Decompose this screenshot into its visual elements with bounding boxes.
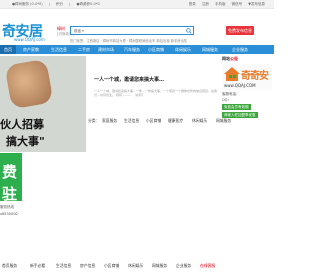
service-phone: 客服电话： [222, 92, 240, 96]
top-sep-2: | [69, 2, 71, 6]
notice-url: www.QQAJ.COM [224, 83, 256, 88]
contact-number: x8530000 [0, 212, 18, 216]
hot-tags[interactable]: 热门标签：江西新区 · 樟树市新站大厦 · 樟树国税局西出车 新站出租 新手房出… [70, 38, 187, 43]
footer-link-4[interactable]: 房产信息 [80, 263, 95, 269]
nav-item-auto[interactable]: 汽车服务 [124, 45, 140, 54]
notice-heading-b: 公告 [230, 56, 238, 61]
search-category-select[interactable]: 楼盘 ▾ [74, 29, 84, 34]
subnav-item-health[interactable]: 健康医疗 [168, 118, 183, 124]
footer-link-3[interactable]: 生活信息 [56, 263, 71, 269]
top-link-3[interactable]: ●奇葩获0-0*0 [76, 2, 99, 6]
footer-link-8[interactable]: 企业服务 [176, 263, 191, 269]
footer-link-5[interactable]: 小区商铺 [104, 263, 119, 269]
post-info-link[interactable]: ▼发布信息 [248, 2, 265, 6]
top-bar-left: ●樟树服务 (0-0*0) | 积分 | ●奇葩获0-0*0 [12, 2, 105, 7]
register-link[interactable]: 注册 [202, 2, 209, 6]
side-ad-char2: 驻 [2, 185, 18, 201]
header: 奇安居 www.QQAJ.com 樟树 [切换城市] 楼盘 ▾ 热门标签：江西新… [0, 9, 274, 45]
headline-desc: 一人一个城，邀请您来搞大事…一件…一件搞大事，一个项目一个群体合作的信息项目，在… [94, 89, 218, 97]
headline-block: 一人一个城，邀请您来搞大事… 一人一个城，邀请您来搞大事…一件…一件搞大事，一个… [88, 56, 218, 106]
footer-link-9[interactable]: 在线客服 [200, 263, 215, 269]
notice-logo-box[interactable]: 奇奇安 www.QQAJ.COM [222, 64, 272, 90]
side-ad[interactable]: 费 驻 [0, 153, 22, 201]
notice-heading: 网站公告 [222, 56, 274, 64]
nav-item-building[interactable]: 建材市场 [98, 45, 114, 54]
notice-heading-a: 网站 [222, 56, 230, 61]
subnav-label: 分类： [88, 118, 100, 123]
footer-link-7[interactable]: 网城服务 [152, 263, 167, 269]
mobile-link[interactable]: 手机版 [215, 2, 226, 6]
banner-line1: 伙人招募 [0, 118, 44, 131]
nav-item-house[interactable]: 房产家教 [23, 45, 39, 54]
headline-title[interactable]: 一人一个城，邀请您来搞大事… [94, 76, 164, 83]
nav-item-shop[interactable]: 小区商铺 [148, 45, 164, 54]
login-link[interactable]: 登录 [189, 2, 196, 6]
search-box[interactable]: 楼盘 ▾ [70, 26, 194, 35]
nav-item-enterprise[interactable]: 企业服务 [232, 45, 248, 54]
top-sep-1: | [48, 2, 50, 6]
subnav-item-life[interactable]: 生活信息 [124, 118, 139, 124]
fist-image [4, 58, 54, 110]
category-subnav: 分类： 家庭服务 生活信息 小区商铺 健康医疗 休闲娱乐 网城服务 [88, 118, 274, 126]
subnav-item-family[interactable]: 家庭服务 [102, 118, 117, 124]
wechat-link[interactable]: 微信号 [232, 2, 243, 6]
side-ad-char1: 费 [2, 163, 18, 181]
footer-link-1[interactable]: 首页服务 [2, 263, 17, 269]
promo-banner[interactable]: 伙人招募 搞大事" [0, 56, 86, 152]
nav-item-city[interactable]: 网城服务 [202, 45, 218, 54]
main-nav: 首页 房产家教 生活信息 二手房 建材市场 汽车服务 小区商铺 休闲娱乐 网城服… [0, 45, 274, 54]
service-qq: QQ： [222, 98, 232, 102]
free-member-button[interactable]: 免费会员有效期 [222, 104, 251, 110]
top-bar-right: 登录 注册 手机版 微信号 ▼发布信息 [189, 2, 270, 7]
post-free-button[interactable]: 免费发布信息 [226, 26, 254, 35]
contact-label: 服务热线 [0, 205, 14, 209]
top-link-2[interactable]: 积分 [56, 2, 63, 6]
logo-url: www.QQAJ.com [14, 37, 45, 42]
top-bar: ●樟树服务 (0-0*0) | 积分 | ●奇葩获0-0*0 登录 注册 手机版… [0, 0, 274, 9]
site-logo[interactable]: 奇安居 www.QQAJ.com 樟树 [切换城市] [2, 21, 74, 42]
search-icon[interactable] [186, 28, 192, 34]
nav-item-home[interactable]: 首页 [0, 45, 16, 54]
notice-brand: 奇奇安 [241, 71, 269, 82]
nav-item-secondhand[interactable]: 二手房 [78, 45, 90, 54]
footer-links: 首页服务 新手必看 生活信息 房产信息 小区商铺 休闲娱乐 网城服务 企业服务 … [0, 262, 274, 271]
subnav-item-shop[interactable]: 小区商铺 [146, 118, 161, 124]
nav-item-leisure[interactable]: 休闲娱乐 [175, 45, 191, 54]
nav-item-life[interactable]: 生活信息 [51, 45, 67, 54]
footer-link-6[interactable]: 休闲娱乐 [128, 263, 143, 269]
top-link-1[interactable]: ●樟树服务 (0-0*0) [12, 2, 43, 6]
house-icon [224, 67, 240, 81]
subnav-item-city[interactable]: 网城服务 [216, 118, 231, 124]
banner-line2: 搞大事" [6, 135, 45, 148]
subnav-item-leisure[interactable]: 休闲娱乐 [192, 118, 207, 124]
footer-link-2[interactable]: 新手必看 [30, 263, 45, 269]
